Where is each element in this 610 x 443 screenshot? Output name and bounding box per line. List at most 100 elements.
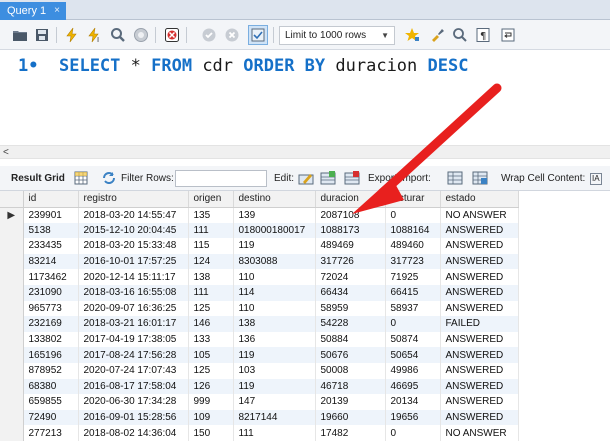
cell-registro[interactable]: 2020-06-30 17:34:28 bbox=[78, 394, 189, 410]
cell-id[interactable]: 239901 bbox=[23, 207, 79, 223]
cell-destino[interactable]: 119 bbox=[233, 347, 316, 363]
cell-origen[interactable]: 115 bbox=[188, 238, 234, 254]
cell-destino[interactable]: 119 bbox=[233, 378, 316, 395]
cell-facturar[interactable]: 20134 bbox=[385, 394, 441, 410]
table-row[interactable]: 232169 2018-03-21 16:01:17 146 138 54228 0 FAI… bbox=[0, 316, 519, 332]
cell-destino[interactable]: 139 bbox=[233, 207, 316, 223]
row-selector[interactable] bbox=[0, 378, 24, 395]
result-grid[interactable]: id registro origen destino duracion facturar e… bbox=[0, 191, 610, 443]
save-icon[interactable] bbox=[32, 25, 52, 45]
cell-origen[interactable]: 150 bbox=[188, 425, 234, 441]
cell-estado[interactable]: ANSWERED bbox=[440, 331, 519, 348]
cell-origen[interactable]: 126 bbox=[188, 378, 234, 395]
cell-id[interactable]: 231090 bbox=[23, 284, 79, 301]
refresh-icon[interactable] bbox=[101, 170, 117, 186]
cell-estado[interactable]: ANSWERED bbox=[440, 409, 519, 426]
cell-id[interactable]: 83214 bbox=[23, 253, 79, 270]
cell-facturar[interactable]: 49986 bbox=[385, 362, 441, 379]
sql-editor[interactable]: 1• SELECT * FROM cdr ORDER BY duracion D… bbox=[0, 50, 610, 145]
table-row[interactable]: 72490 2016-09-01 15:28:56 109 8217144 19660 1… bbox=[0, 409, 519, 426]
tab-query-1[interactable]: Query 1 × bbox=[0, 2, 66, 20]
table-row[interactable]: 277213 2018-08-02 14:36:04 150 111 17482 0 NO … bbox=[0, 425, 519, 441]
cell-destino[interactable]: 138 bbox=[233, 316, 316, 332]
commit-icon[interactable] bbox=[199, 25, 219, 45]
cancel-icon[interactable] bbox=[162, 25, 182, 45]
cell-registro[interactable]: 2020-12-14 15:11:17 bbox=[78, 269, 189, 285]
cell-registro[interactable]: 2018-03-20 14:55:47 bbox=[78, 207, 189, 223]
cell-duracion[interactable]: 17482 bbox=[315, 425, 386, 441]
cell-id[interactable]: 878952 bbox=[23, 362, 79, 379]
cell-duracion[interactable]: 489469 bbox=[315, 238, 386, 254]
cell-origen[interactable]: 125 bbox=[188, 300, 234, 317]
cell-estado[interactable]: ANSWERED bbox=[440, 347, 519, 363]
cell-facturar[interactable]: 1088164 bbox=[385, 222, 441, 239]
cell-facturar[interactable]: 66415 bbox=[385, 284, 441, 301]
row-selector[interactable] bbox=[0, 300, 24, 317]
cell-estado[interactable]: ANSWERED bbox=[440, 394, 519, 410]
cell-registro[interactable]: 2020-09-07 16:36:25 bbox=[78, 300, 189, 317]
row-selector-header[interactable] bbox=[0, 191, 24, 208]
folder-icon[interactable] bbox=[10, 25, 30, 45]
cell-duracion[interactable]: 54228 bbox=[315, 316, 386, 332]
cell-duracion[interactable]: 50676 bbox=[315, 347, 386, 363]
cell-duracion[interactable]: 58959 bbox=[315, 300, 386, 317]
row-selector[interactable] bbox=[0, 222, 24, 239]
cell-estado[interactable]: ANSWERED bbox=[440, 253, 519, 270]
column-header-facturar[interactable]: facturar bbox=[385, 191, 441, 208]
edit-row-icon[interactable] bbox=[298, 170, 314, 186]
cell-registro[interactable]: 2018-03-16 16:55:08 bbox=[78, 284, 189, 301]
cell-id[interactable]: 165196 bbox=[23, 347, 79, 363]
table-row[interactable]: 1173462 2020-12-14 15:11:17 138 110 72024 719… bbox=[0, 269, 519, 285]
cell-id[interactable]: 965773 bbox=[23, 300, 79, 317]
cell-destino[interactable]: 114 bbox=[233, 284, 316, 301]
cell-duracion[interactable]: 19660 bbox=[315, 409, 386, 426]
cell-registro[interactable]: 2020-07-24 17:07:43 bbox=[78, 362, 189, 379]
cell-facturar[interactable]: 50654 bbox=[385, 347, 441, 363]
cell-duracion[interactable]: 317726 bbox=[315, 253, 386, 270]
cell-registro[interactable]: 2016-08-17 17:58:04 bbox=[78, 378, 189, 395]
cell-facturar[interactable]: 0 bbox=[385, 316, 441, 332]
table-row[interactable]: 965773 2020-09-07 16:36:25 125 110 58959 5893… bbox=[0, 300, 519, 317]
beautify-star-icon[interactable] bbox=[402, 25, 422, 45]
row-selector[interactable] bbox=[0, 269, 24, 285]
cell-registro[interactable]: 2018-03-21 16:01:17 bbox=[78, 316, 189, 332]
cell-duracion[interactable]: 46718 bbox=[315, 378, 386, 395]
cell-estado[interactable]: ANSWERED bbox=[440, 300, 519, 317]
brush-icon[interactable] bbox=[427, 25, 447, 45]
cell-origen[interactable]: 138 bbox=[188, 269, 234, 285]
cell-destino[interactable]: 147 bbox=[233, 394, 316, 410]
row-selector[interactable] bbox=[0, 425, 24, 441]
grid-icon[interactable] bbox=[73, 170, 89, 186]
cell-facturar[interactable]: 317723 bbox=[385, 253, 441, 270]
cell-origen[interactable]: 146 bbox=[188, 316, 234, 332]
scroll-left-icon[interactable]: < bbox=[3, 146, 9, 159]
cell-origen[interactable]: 125 bbox=[188, 362, 234, 379]
cell-registro[interactable]: 2015-12-10 20:04:45 bbox=[78, 222, 189, 239]
cell-destino[interactable]: 8303088 bbox=[233, 253, 316, 270]
insert-row-icon[interactable] bbox=[320, 170, 336, 186]
paragraph-icon[interactable]: ¶ bbox=[473, 25, 493, 45]
limit-rows-select[interactable]: Limit to 1000 rows ▼ bbox=[279, 26, 395, 45]
cell-destino[interactable]: 110 bbox=[233, 300, 316, 317]
cell-id[interactable]: 1173462 bbox=[23, 269, 79, 285]
cell-origen[interactable]: 124 bbox=[188, 253, 234, 270]
cell-destino[interactable]: 111 bbox=[233, 425, 316, 441]
cell-facturar[interactable]: 50874 bbox=[385, 331, 441, 348]
sql-code-line[interactable]: 1• SELECT * FROM cdr ORDER BY duracion D… bbox=[18, 56, 468, 76]
cell-estado[interactable]: ANSWERED bbox=[440, 378, 519, 395]
search-icon[interactable] bbox=[450, 25, 470, 45]
cell-estado[interactable]: ANSWERED bbox=[440, 362, 519, 379]
row-selector[interactable] bbox=[0, 362, 24, 379]
lightning-icon[interactable] bbox=[62, 25, 82, 45]
row-selector[interactable] bbox=[0, 394, 24, 410]
cell-destino[interactable]: 136 bbox=[233, 331, 316, 348]
cell-duracion[interactable]: 2087108 bbox=[315, 207, 386, 223]
cell-destino[interactable]: 8217144 bbox=[233, 409, 316, 426]
cell-origen[interactable]: 133 bbox=[188, 331, 234, 348]
cell-duracion[interactable]: 72024 bbox=[315, 269, 386, 285]
export-icon[interactable] bbox=[447, 170, 463, 186]
cell-registro[interactable]: 2017-04-19 17:38:05 bbox=[78, 331, 189, 348]
table-row[interactable]: ▶ 239901 2018-03-20 14:55:47 135 139 2087108 0… bbox=[0, 207, 519, 223]
cell-id[interactable]: 659855 bbox=[23, 394, 79, 410]
stop-icon[interactable] bbox=[131, 25, 151, 45]
